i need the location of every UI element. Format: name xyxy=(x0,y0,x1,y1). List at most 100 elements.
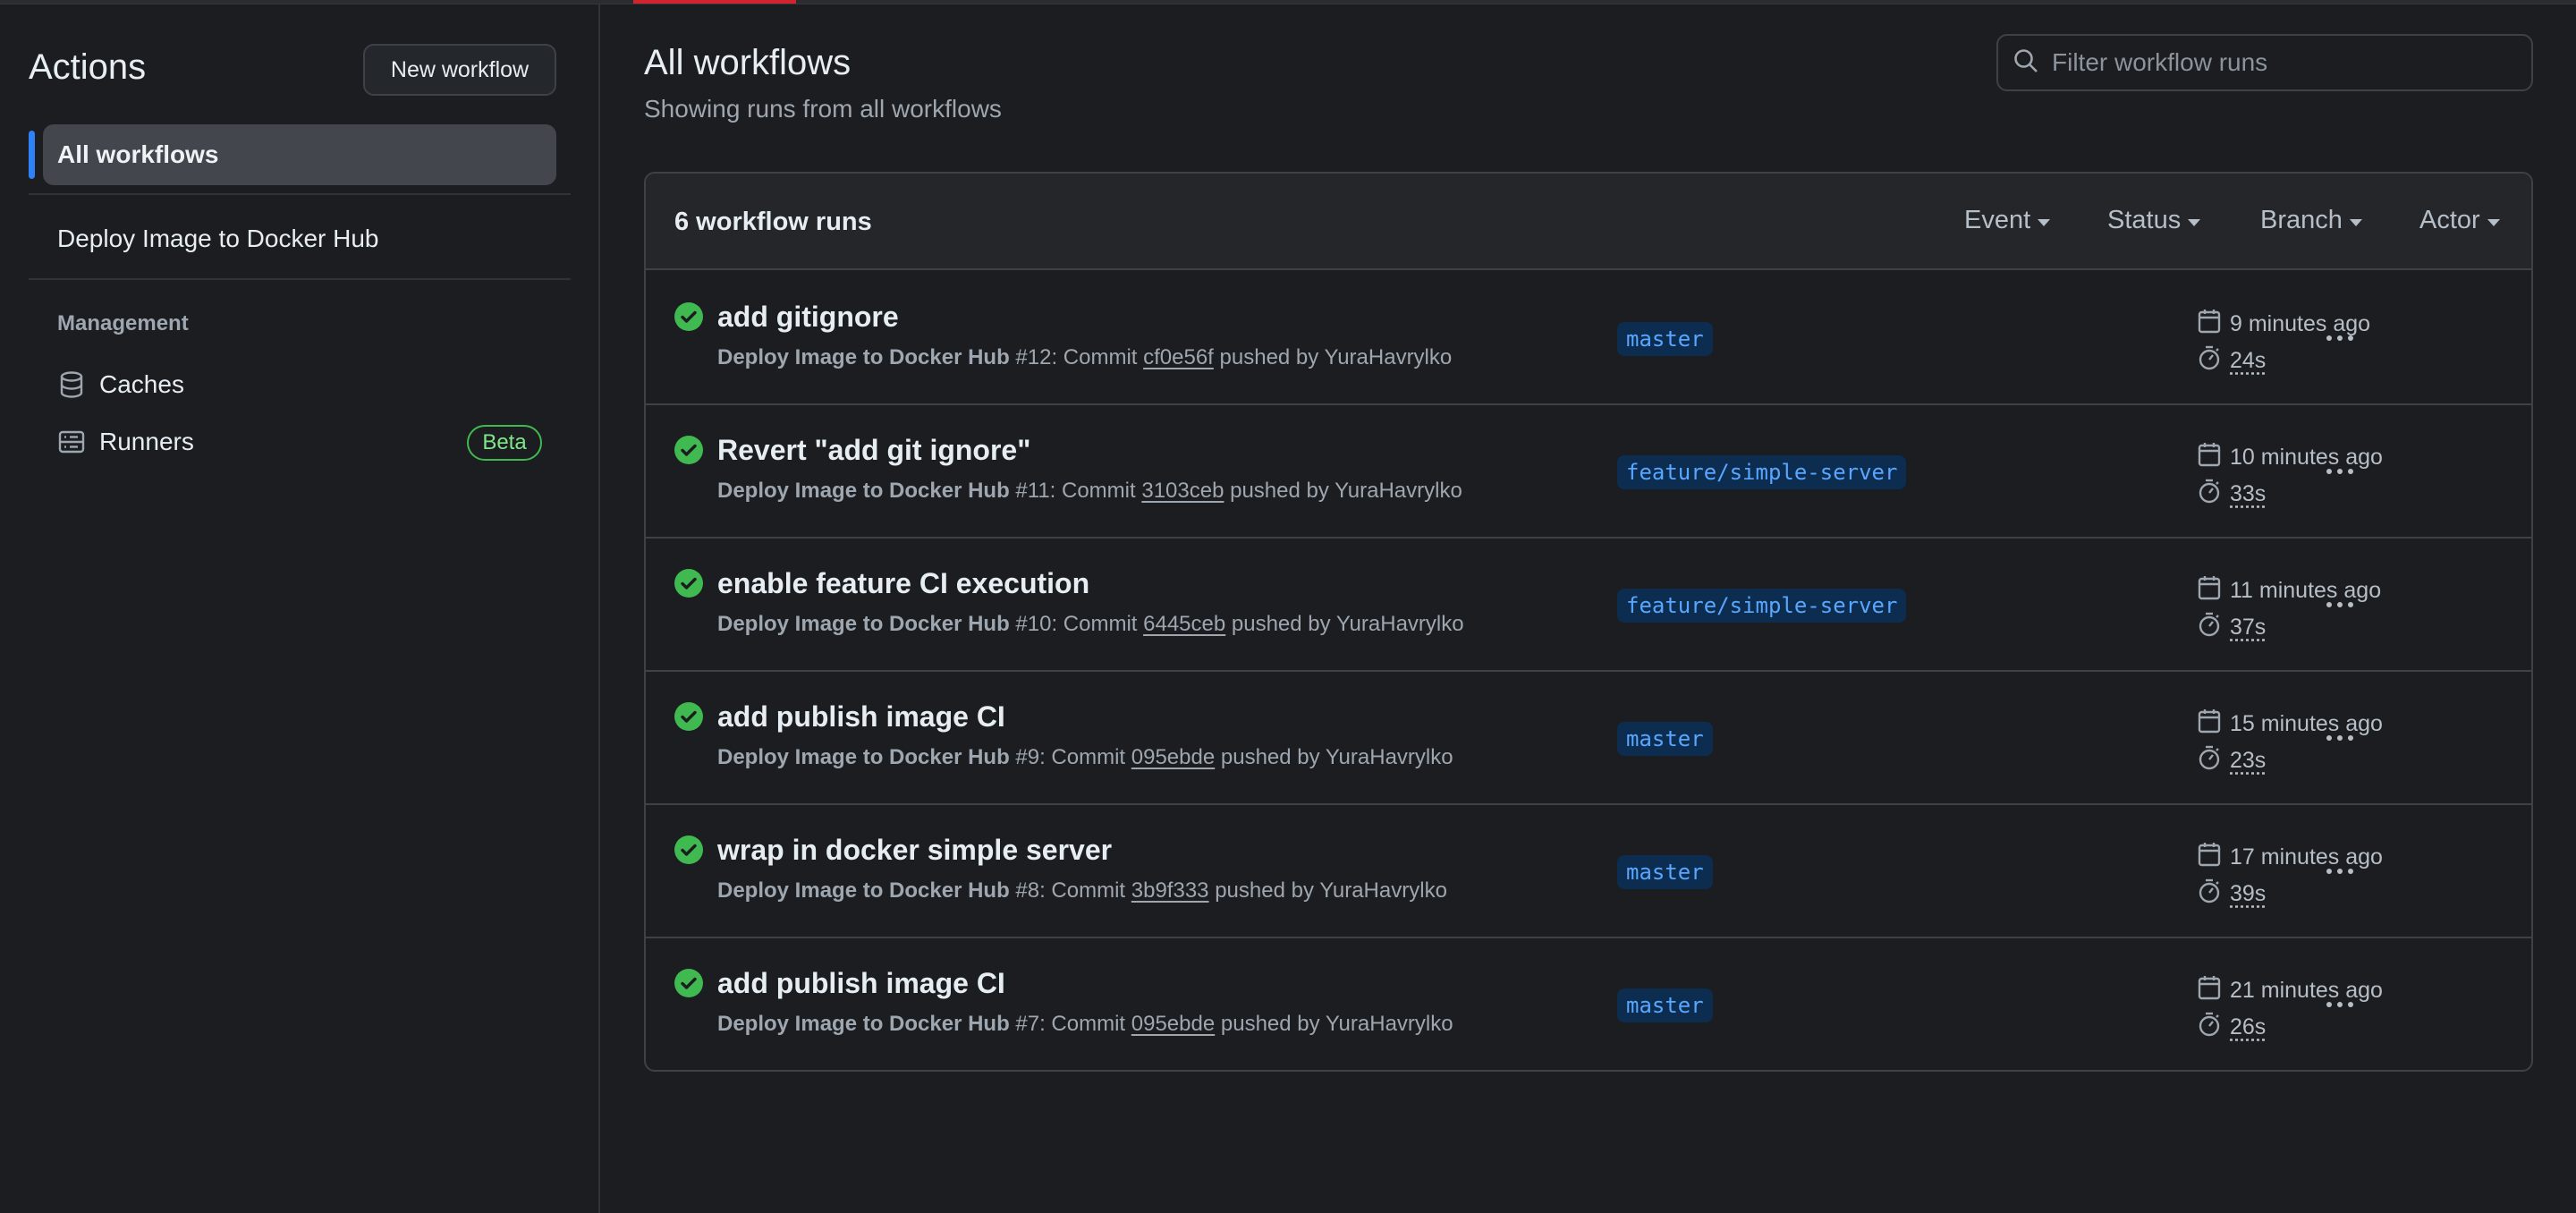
run-number: #9: Commit xyxy=(1009,745,1131,769)
run-number: #10: Commit xyxy=(1009,612,1144,636)
success-check-icon xyxy=(674,302,703,331)
filter-runs-input[interactable] xyxy=(2052,48,2517,77)
run-meta: Deploy Image to Docker Hub #10: Commit 6… xyxy=(717,612,1464,637)
workflow-run-row[interactable]: add publish image CI Deploy Image to Doc… xyxy=(646,938,2531,1070)
status-filter-dropdown[interactable]: Status xyxy=(2107,206,2201,235)
duration-value: 26s xyxy=(2230,1014,2267,1039)
run-workflow-name: Deploy Image to Docker Hub xyxy=(717,745,1010,769)
run-meta: Deploy Image to Docker Hub #8: Commit 3b… xyxy=(717,878,1447,903)
run-pusher: pushed by YuraHavrylko xyxy=(1215,1012,1453,1036)
actor-filter-label: Actor xyxy=(2419,206,2480,234)
run-number: #11: Commit xyxy=(1009,479,1142,503)
run-number: #8: Commit xyxy=(1009,878,1131,903)
run-number: #7: Commit xyxy=(1009,1012,1131,1036)
duration-value: 24s xyxy=(2230,348,2267,373)
calendar-icon xyxy=(2198,574,2230,607)
branch-badge[interactable]: master xyxy=(1617,988,1713,1022)
workflow-run-row[interactable]: Revert "add git ignore" Deploy Image to … xyxy=(646,405,2531,539)
commit-sha-link[interactable]: 3b9f333 xyxy=(1131,878,1209,903)
success-check-icon xyxy=(674,569,703,598)
run-workflow-name: Deploy Image to Docker Hub xyxy=(717,345,1010,369)
status-filter-label: Status xyxy=(2107,206,2182,234)
more-options-icon[interactable] xyxy=(2318,718,2361,758)
more-options-icon[interactable] xyxy=(2318,985,2361,1024)
more-options-icon[interactable] xyxy=(2318,318,2361,358)
branch-badge[interactable]: feature/simple-server xyxy=(1617,455,1907,489)
workflow-run-row[interactable]: enable feature CI execution Deploy Image… xyxy=(646,539,2531,672)
sidebar-title: Actions xyxy=(29,47,147,87)
run-meta: Deploy Image to Docker Hub #9: Commit 09… xyxy=(717,745,1453,770)
stopwatch-icon xyxy=(2198,478,2230,511)
actor-filter-dropdown[interactable]: Actor xyxy=(2419,206,2500,235)
duration-value: 39s xyxy=(2230,881,2267,906)
workflow-run-row[interactable]: wrap in docker simple server Deploy Imag… xyxy=(646,805,2531,938)
sidebar-item-runners[interactable]: Runners xyxy=(57,422,194,462)
duration-value: 23s xyxy=(2230,748,2267,773)
caret-down-icon xyxy=(2349,218,2362,226)
run-workflow-name: Deploy Image to Docker Hub xyxy=(717,612,1010,636)
calendar-icon xyxy=(2198,841,2230,874)
beta-badge: Beta xyxy=(467,425,542,461)
run-title[interactable]: add publish image CI xyxy=(717,967,1005,1000)
workflow-run-row[interactable]: add publish image CI Deploy Image to Doc… xyxy=(646,672,2531,805)
run-duration: 23s xyxy=(2198,744,2266,777)
more-options-icon[interactable] xyxy=(2318,452,2361,491)
stopwatch-icon xyxy=(2198,1011,2230,1044)
sidebar-item-all-workflows[interactable]: All workflows xyxy=(43,124,556,185)
duration-value: 37s xyxy=(2230,615,2267,640)
run-title[interactable]: enable feature CI execution xyxy=(717,567,1089,600)
caches-label: Caches xyxy=(99,370,184,398)
run-workflow-name: Deploy Image to Docker Hub xyxy=(717,1012,1010,1036)
branch-badge[interactable]: master xyxy=(1617,722,1713,756)
event-filter-dropdown[interactable]: Event xyxy=(1964,206,2051,235)
run-count: 6 workflow runs xyxy=(674,208,872,236)
stopwatch-icon xyxy=(2198,878,2230,911)
sidebar-divider xyxy=(29,193,571,195)
run-duration: 33s xyxy=(2198,478,2266,511)
commit-sha-link[interactable]: 095ebde xyxy=(1131,745,1215,769)
management-heading: Management xyxy=(57,311,189,335)
branch-filter-dropdown[interactable]: Branch xyxy=(2260,206,2362,235)
sidebar-divider xyxy=(29,278,571,280)
sidebar-item-caches[interactable]: Caches xyxy=(57,365,184,404)
caret-down-icon xyxy=(2487,218,2500,226)
filter-runs-field[interactable] xyxy=(1996,34,2533,91)
run-pusher: pushed by YuraHavrylko xyxy=(1224,479,1462,503)
run-title[interactable]: add gitignore xyxy=(717,301,899,334)
run-title[interactable]: Revert "add git ignore" xyxy=(717,434,1030,467)
sidebar-item-deploy-image[interactable]: Deploy Image to Docker Hub xyxy=(57,225,379,253)
new-workflow-button[interactable]: New workflow xyxy=(363,44,556,96)
caret-down-icon xyxy=(2188,218,2201,226)
commit-sha-link[interactable]: 095ebde xyxy=(1131,1012,1215,1036)
run-title[interactable]: add publish image CI xyxy=(717,700,1005,734)
more-options-icon[interactable] xyxy=(2318,852,2361,891)
run-meta: Deploy Image to Docker Hub #11: Commit 3… xyxy=(717,479,1462,504)
run-duration: 37s xyxy=(2198,611,2266,644)
branch-filter-label: Branch xyxy=(2260,206,2343,234)
run-pusher: pushed by YuraHavrylko xyxy=(1208,878,1447,903)
event-filter-label: Event xyxy=(1964,206,2031,234)
run-pusher: pushed by YuraHavrylko xyxy=(1213,345,1453,369)
more-options-icon[interactable] xyxy=(2318,585,2361,624)
commit-sha-link[interactable]: 3103ceb xyxy=(1141,479,1224,503)
branch-badge[interactable]: master xyxy=(1617,855,1713,889)
commit-sha-link[interactable]: 6445ceb xyxy=(1143,612,1225,636)
runners-label: Runners xyxy=(99,428,194,455)
calendar-icon xyxy=(2198,441,2230,474)
workflow-run-row[interactable]: add gitignore Deploy Image to Docker Hub… xyxy=(646,272,2531,405)
run-meta: Deploy Image to Docker Hub #12: Commit c… xyxy=(717,345,1452,370)
search-icon xyxy=(2012,47,2039,79)
commit-sha-link[interactable]: cf0e56f xyxy=(1143,345,1214,369)
page-subtitle: Showing runs from all workflows xyxy=(644,95,1002,123)
calendar-icon xyxy=(2198,708,2230,741)
run-duration: 24s xyxy=(2198,344,2266,377)
runs-header: 6 workflow runs Event Status Branch Acto… xyxy=(646,174,2531,270)
success-check-icon xyxy=(674,969,703,997)
branch-badge[interactable]: feature/simple-server xyxy=(1617,589,1907,623)
server-icon xyxy=(57,428,86,456)
branch-badge[interactable]: master xyxy=(1617,322,1713,356)
calendar-icon xyxy=(2198,308,2230,341)
success-check-icon xyxy=(674,836,703,864)
caret-down-icon xyxy=(2038,218,2051,226)
run-title[interactable]: wrap in docker simple server xyxy=(717,834,1112,867)
